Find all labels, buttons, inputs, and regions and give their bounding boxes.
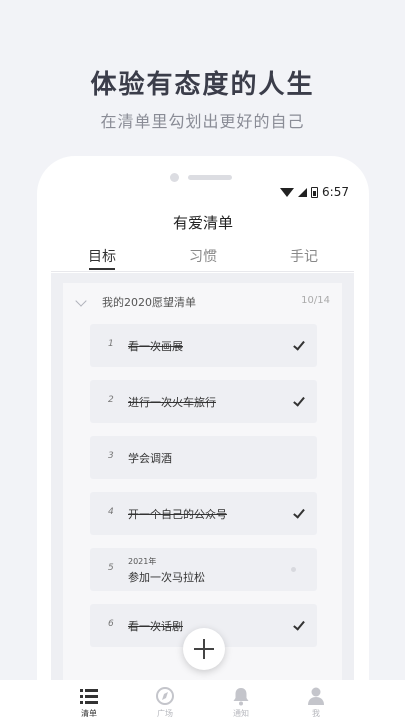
list-item[interactable]: 1 看一次画展 (90, 324, 317, 367)
list-item[interactable]: 3 学会调酒 (90, 436, 317, 479)
item-number: 2 (108, 395, 114, 405)
status-time: 6:57 (322, 185, 349, 199)
list-item[interactable]: 4 开一个自己的公众号 (90, 492, 317, 535)
nav-item-square[interactable]: 广场 (135, 686, 195, 719)
promo-headline: 体验有态度的人生 (90, 70, 315, 100)
item-text: 学会调酒 (128, 452, 172, 465)
battery-icon (311, 186, 319, 198)
signal-icon (298, 187, 308, 197)
nav-item-list[interactable]: 清单 (59, 686, 119, 719)
chevron-down-icon[interactable] (75, 295, 87, 307)
promo-subline: 在清单里勾划出更好的自己 (100, 112, 305, 131)
checkmark-icon[interactable] (293, 394, 305, 407)
camera-dot (170, 173, 179, 182)
compass-icon (156, 687, 174, 705)
item-number: 4 (108, 507, 114, 517)
item-text: 进行一次火车旅行 (128, 396, 216, 409)
item-year-tag: 2021年 (128, 557, 157, 566)
item-text: 参加一次马拉松 (128, 571, 205, 584)
nav-item-me[interactable]: 我 (286, 686, 346, 719)
item-text: 开一个自己的公众号 (128, 508, 227, 521)
list-item[interactable]: 2 进行一次火车旅行 (90, 380, 317, 423)
bottom-nav: 清单 广场 通知 我 (0, 680, 405, 720)
nav-label: 我 (312, 709, 320, 718)
tab-habits[interactable]: 习惯 (173, 246, 233, 266)
bell-icon (233, 688, 249, 706)
checkmark-icon[interactable] (293, 338, 305, 351)
group-title[interactable]: 我的2020愿望清单 (102, 294, 196, 310)
item-number: 3 (108, 451, 114, 461)
list-item[interactable]: 5 2021年 参加一次马拉松 (90, 548, 317, 591)
item-number: 5 (108, 563, 114, 573)
item-text: 看一次画展 (128, 340, 183, 353)
tab-bar: 目标 习惯 手记 (37, 246, 369, 272)
item-number: 6 (108, 619, 114, 629)
pending-dot-icon[interactable] (291, 567, 296, 572)
phone-frame: 6:57 有爱清单 目标 习惯 手记 我的2020愿望清单 10/14 1 看一… (37, 156, 369, 720)
tab-goals[interactable]: 目标 (72, 246, 132, 266)
checkmark-icon[interactable] (293, 618, 305, 631)
tab-notes[interactable]: 手记 (274, 246, 334, 266)
group-progress-count: 10/14 (301, 295, 330, 306)
wifi-icon (280, 187, 295, 197)
nav-item-notifications[interactable]: 通知 (211, 686, 271, 719)
item-number: 1 (108, 339, 114, 349)
app-title: 有爱清单 (172, 214, 233, 232)
tabs-divider (51, 271, 354, 272)
item-text: 看一次话剧 (128, 620, 183, 633)
nav-label: 清单 (81, 709, 97, 718)
nav-label: 广场 (157, 709, 173, 718)
nav-label: 通知 (233, 709, 249, 718)
active-tab-indicator (89, 268, 115, 270)
checkmark-icon[interactable] (293, 506, 305, 519)
status-bar: 6:57 (280, 185, 349, 199)
list-icon (80, 689, 98, 704)
person-icon (308, 687, 324, 705)
speaker-slot (188, 175, 232, 180)
add-item-button[interactable] (183, 628, 225, 670)
